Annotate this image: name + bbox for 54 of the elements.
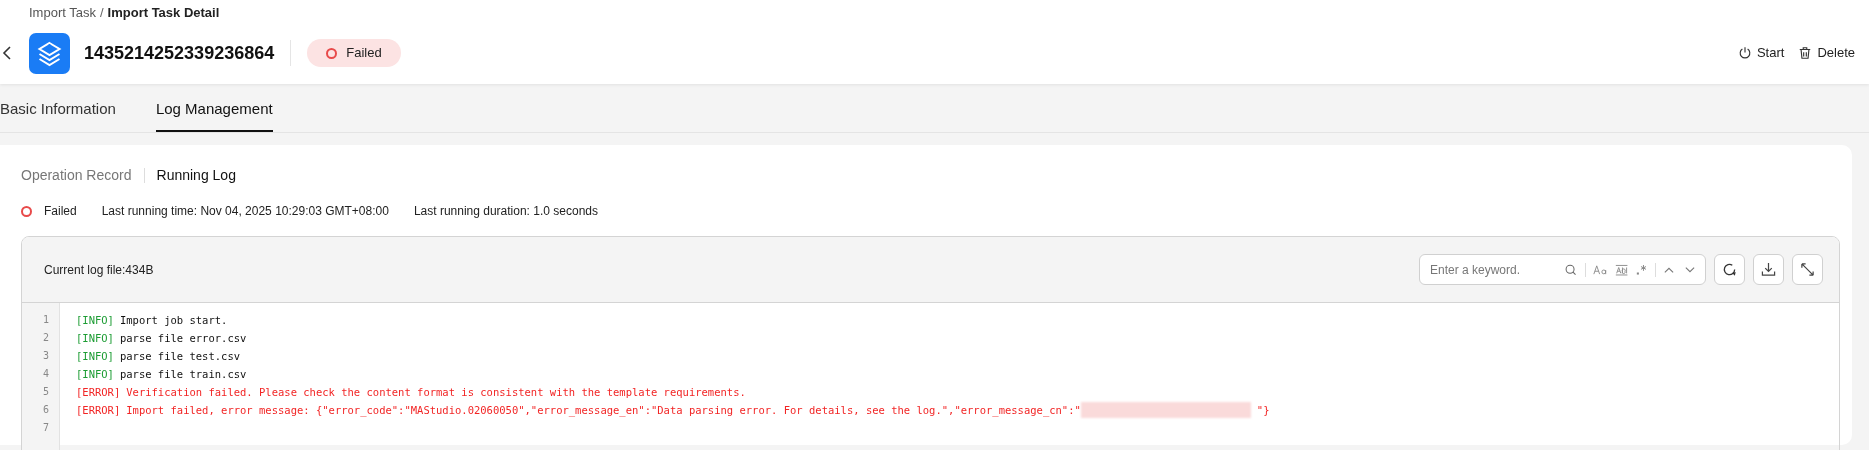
- line-number: 2: [41, 331, 50, 345]
- back-icon[interactable]: [2, 45, 12, 61]
- task-id-title: 1435214252339236864: [84, 41, 275, 65]
- line-number: 7: [41, 421, 50, 435]
- last-running-time: Last running time: Nov 04, 2025 10:29:03 GMT+08:00: [101, 203, 389, 220]
- log-message-end: "}: [1256, 403, 1270, 418]
- log-message: parse file test.csv: [119, 349, 241, 364]
- tab[interactable]: Log Management: [155, 97, 273, 132]
- line-number: 5: [41, 385, 50, 399]
- log-level-tag: [INFO]: [76, 347, 114, 365]
- expand-icon: [1800, 262, 1815, 277]
- breadcrumb-current: Import Task Detail: [107, 3, 220, 22]
- last-running-duration: Last running duration: 1.0 seconds: [413, 203, 598, 220]
- status-ring-icon: [326, 47, 338, 59]
- log-level-tag: [INFO]: [76, 365, 114, 383]
- search-icon[interactable]: [1565, 262, 1577, 277]
- line-number: 4: [41, 367, 50, 381]
- match-case-icon[interactable]: [1593, 263, 1609, 276]
- log-message: Import job start.: [119, 313, 228, 328]
- run-status-label: Failed: [44, 203, 77, 220]
- previous-match-icon[interactable]: [1664, 265, 1675, 274]
- log-level-tag: [INFO]: [76, 311, 114, 329]
- log-message: Verification failed. Please check the content format is consistent with the template requirements.: [126, 385, 746, 400]
- keyword-input[interactable]: Enter a keyword.: [1430, 260, 1565, 279]
- refresh-button[interactable]: [1714, 254, 1745, 285]
- subtab[interactable]: Running Log: [156, 164, 236, 186]
- status-badge: Failed: [307, 39, 401, 67]
- whole-word-icon[interactable]: [1615, 262, 1629, 277]
- breadcrumb-separator: /: [99, 3, 104, 22]
- refresh-icon: [1722, 262, 1737, 277]
- current-log-file: Current log file:434B: [44, 261, 154, 279]
- tab[interactable]: Basic Information: [0, 97, 116, 132]
- log-level-tag: [INFO]: [76, 329, 114, 347]
- delete-button[interactable]: Delete: [1798, 43, 1855, 63]
- log-level-tag: [ERROR]: [76, 383, 121, 401]
- line-number: 1: [41, 313, 50, 327]
- line-number: 3: [41, 349, 50, 363]
- status-ring-icon: [21, 205, 32, 217]
- start-button[interactable]: Start: [1737, 43, 1785, 63]
- regex-icon[interactable]: [1635, 262, 1648, 277]
- next-match-icon[interactable]: [1685, 265, 1695, 274]
- log-level-tag: [ERROR]: [76, 401, 121, 419]
- breadcrumb-link[interactable]: Import Task: [29, 2, 96, 23]
- log-message: parse file error.csv: [119, 331, 247, 346]
- subtab[interactable]: Operation Record: [21, 164, 132, 186]
- trash-icon: [1798, 46, 1813, 60]
- download-button[interactable]: [1753, 254, 1784, 285]
- log-message: parse file train.csv: [119, 367, 247, 382]
- keyword-search-field[interactable]: Enter a keyword.: [1419, 254, 1706, 285]
- log-message: Import failed, error message: {"error_code":"MAStudio.02060050","error_message_en":"Data parsing error. For details, see the log.","error_message_cn":": [126, 403, 1081, 419]
- fullscreen-button[interactable]: [1792, 254, 1823, 285]
- download-icon: [1761, 262, 1776, 277]
- line-number: 6: [41, 403, 50, 417]
- power-icon: [1737, 46, 1752, 60]
